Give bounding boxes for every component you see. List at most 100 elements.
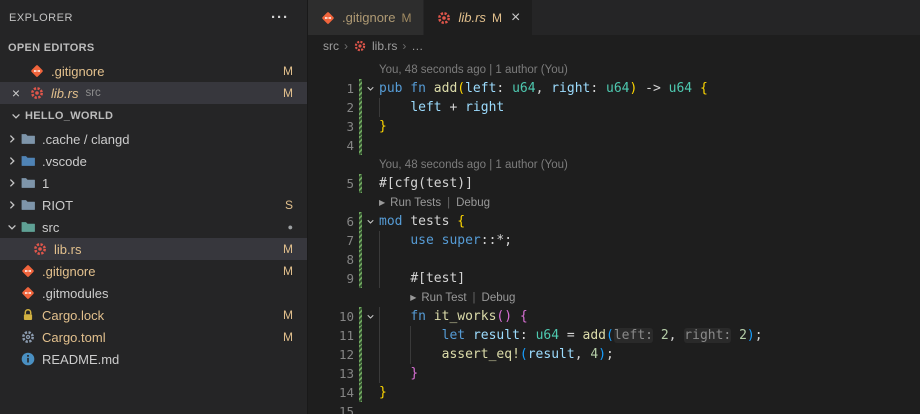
line-content: fn it_works() { xyxy=(379,309,528,324)
code-line-7[interactable]: 7 use super::*; xyxy=(308,231,920,250)
folder-icon xyxy=(20,175,36,191)
gutter-change-indicator xyxy=(359,136,362,155)
run-icon[interactable]: ▶ xyxy=(379,198,385,207)
line-content: pub fn add(left: u64, right: u64) -> u64… xyxy=(379,81,708,96)
tree-item-label: RIOT xyxy=(42,198,73,213)
explorer-sidebar: EXPLORER ··· OPEN EDITORS .gitignoreM×li… xyxy=(0,0,307,414)
line-content: #[cfg(test)] xyxy=(379,176,473,191)
code-editor[interactable]: You, 48 seconds ago | 1 author (You) 1 pub… xyxy=(308,57,920,414)
tree-item-src[interactable]: src● xyxy=(0,216,307,238)
tree-item-lib-rs[interactable]: lib.rsM xyxy=(0,238,307,260)
breadcrumb-more[interactable]: … xyxy=(411,39,423,53)
git-badge: M xyxy=(283,242,293,256)
tree-item-readme-md[interactable]: README.md xyxy=(0,348,307,370)
gutter-change-indicator xyxy=(359,98,362,117)
line-content: } xyxy=(379,385,387,400)
open-editor-description: src xyxy=(85,87,100,99)
code-line-6[interactable]: 6mod tests { xyxy=(308,212,920,231)
fold-icon[interactable] xyxy=(362,310,379,323)
tree-item-cargo-toml[interactable]: Cargo.tomlM xyxy=(0,326,307,348)
close-icon[interactable]: × xyxy=(8,85,24,101)
run-icon[interactable]: ▶ xyxy=(410,293,416,302)
code-line-14[interactable]: 14} xyxy=(308,383,920,402)
workspace-label: HELLO_WORLD xyxy=(25,110,113,122)
git-badge: M xyxy=(492,11,502,25)
open-editor-item-gitignore[interactable]: .gitignoreM xyxy=(0,60,307,82)
git-icon xyxy=(320,10,336,26)
line-number: 4 xyxy=(308,138,354,153)
line-number: 3 xyxy=(308,119,354,134)
folder-icon xyxy=(20,197,36,213)
tree-item-riot[interactable]: RIOTS xyxy=(0,194,307,216)
tree-item-vscode[interactable]: .vscode xyxy=(0,150,307,172)
chevron-down-icon xyxy=(8,108,24,124)
rust-icon xyxy=(353,39,367,53)
code-line-2[interactable]: 2 left + right xyxy=(308,98,920,117)
tree-item-label: README.md xyxy=(42,352,119,367)
tree-item-gitmodules[interactable]: .gitmodules xyxy=(0,282,307,304)
workspace-header[interactable]: HELLO_WORLD xyxy=(0,104,307,128)
close-slot xyxy=(8,63,24,79)
git-badge: M xyxy=(283,330,293,344)
run-test-link[interactable]: Run Test xyxy=(421,292,466,304)
breadcrumb-folder[interactable]: src xyxy=(323,39,339,53)
tree-item-cache-clangd[interactable]: .cache / clangd xyxy=(0,128,307,150)
tree-item-label: .vscode xyxy=(42,154,87,169)
code-line-9[interactable]: 9 #[test] xyxy=(308,269,920,288)
breadcrumb-file[interactable]: lib.rs xyxy=(372,39,397,53)
fold-icon[interactable] xyxy=(362,215,379,228)
line-number: 9 xyxy=(308,271,354,286)
open-editor-label: lib.rs xyxy=(51,86,78,101)
gutter-change-indicator xyxy=(359,326,362,345)
line-content: } xyxy=(379,366,418,381)
twistie-slot xyxy=(4,263,20,279)
code-line-5[interactable]: 5#[cfg(test)] xyxy=(308,174,920,193)
git-icon xyxy=(20,285,36,301)
blame-annotation[interactable]: You, 48 seconds ago | 1 author (You) xyxy=(308,60,920,79)
line-content: use super::*; xyxy=(379,233,512,248)
git-icon xyxy=(20,263,36,279)
code-line-8[interactable]: 8 xyxy=(308,250,920,269)
code-line-15[interactable]: 15 xyxy=(308,402,920,414)
line-number: 14 xyxy=(308,385,354,400)
tree-item-cargo-lock[interactable]: Cargo.lockM xyxy=(0,304,307,326)
code-line-4[interactable]: 4 xyxy=(308,136,920,155)
blame-text: You, 48 seconds ago | 1 author (You) xyxy=(379,64,568,76)
code-line-11[interactable]: 11 let result: u64 = add(left: 2, right:… xyxy=(308,326,920,345)
open-editors-header[interactable]: OPEN EDITORS xyxy=(0,36,307,60)
chevron-down-icon xyxy=(4,219,20,235)
sidebar-title: EXPLORER xyxy=(9,12,73,24)
tree-item-label: .cache / clangd xyxy=(42,132,129,147)
tab-label: lib.rs xyxy=(458,10,485,25)
fold-icon[interactable] xyxy=(362,82,379,95)
code-line-1[interactable]: 1 pub fn add(left: u64, right: u64) -> u6… xyxy=(308,79,920,98)
git-badge: M xyxy=(283,64,293,78)
debug-link[interactable]: Debug xyxy=(482,292,516,304)
open-editors-label: OPEN EDITORS xyxy=(8,42,95,54)
tab-gitignore[interactable]: .gitignoreM xyxy=(308,0,424,35)
debug-link[interactable]: Debug xyxy=(456,197,490,209)
info-icon xyxy=(20,351,36,367)
run-tests-link[interactable]: Run Tests xyxy=(390,197,441,209)
rust-icon xyxy=(436,10,452,26)
code-line-3[interactable]: 3} xyxy=(308,117,920,136)
open-editor-item-lib-rs[interactable]: ×lib.rssrcM xyxy=(0,82,307,104)
code-line-10[interactable]: 10 fn it_works() { xyxy=(308,307,920,326)
chevron-right-icon xyxy=(4,131,20,147)
codelens-row: ▶ Run Test | Debug xyxy=(308,288,920,307)
lens-separator: | xyxy=(473,292,476,304)
tab-lib-rs[interactable]: lib.rs M × xyxy=(424,0,533,35)
line-content: mod tests { xyxy=(379,214,465,229)
codelens-row: ▶Run Tests|Debug xyxy=(308,193,920,212)
blame-annotation[interactable]: You, 48 seconds ago | 1 author (You) xyxy=(308,155,920,174)
code-line-12[interactable]: 12 assert_eq!(result, 4); xyxy=(308,345,920,364)
tree-item-1[interactable]: 1 xyxy=(0,172,307,194)
line-content: left + right xyxy=(379,100,504,115)
line-number: 2 xyxy=(308,100,354,115)
gutter-change-indicator xyxy=(359,383,362,402)
chevron-right-icon xyxy=(4,197,20,213)
line-number: 1 xyxy=(308,81,354,96)
tree-item-gitignore[interactable]: .gitignoreM xyxy=(0,260,307,282)
close-icon[interactable]: × xyxy=(511,10,520,26)
code-line-13[interactable]: 13 } xyxy=(308,364,920,383)
